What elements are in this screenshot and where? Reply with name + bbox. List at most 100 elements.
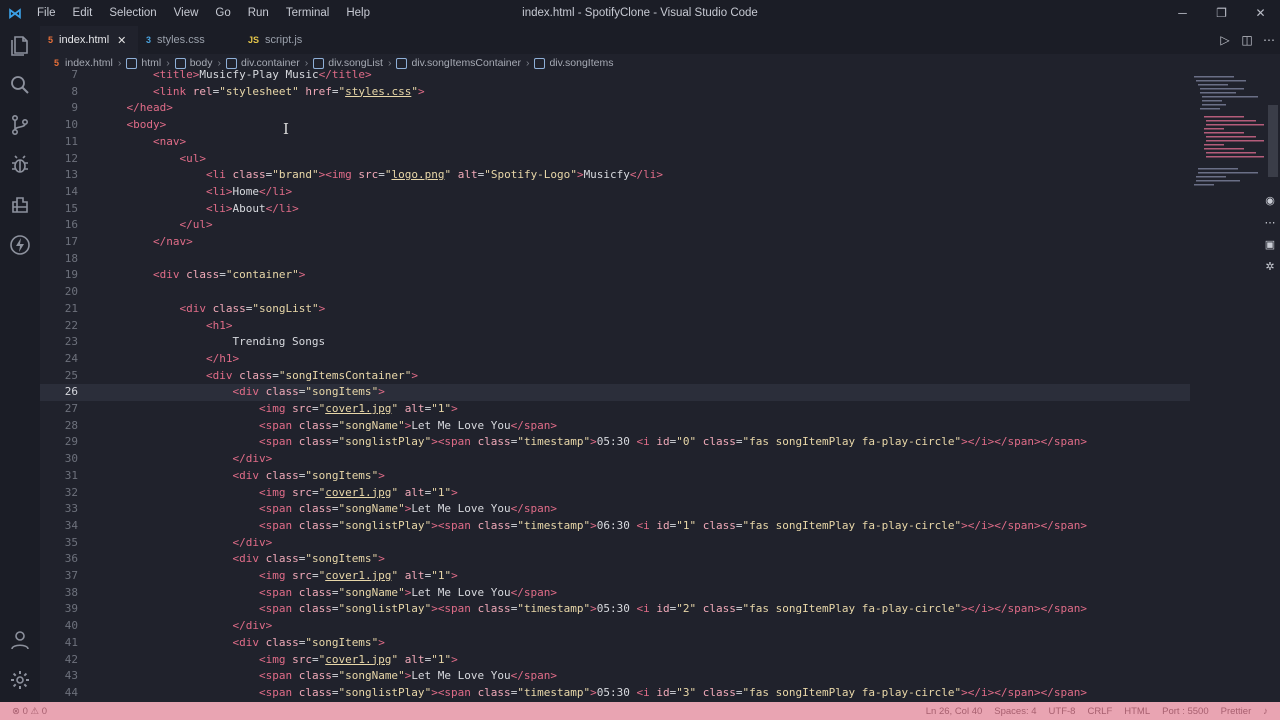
- cursor-position[interactable]: Ln 26, Col 40: [926, 706, 983, 717]
- code-line[interactable]: 21 <div class="songList">: [40, 301, 1190, 318]
- lightning-icon[interactable]: [8, 233, 32, 257]
- line-number: 41: [64, 635, 78, 649]
- line-text: </div>: [232, 619, 273, 633]
- code-line[interactable]: 38 <span class="songName">Let Me Love Yo…: [40, 585, 1190, 602]
- close-tab-icon[interactable]: ✕: [117, 34, 126, 47]
- line-number: 12: [64, 151, 78, 165]
- settings-gear-icon[interactable]: [8, 668, 32, 692]
- line-text: <img src="cover1.jpg" alt="1">: [258, 652, 458, 666]
- code-line[interactable]: 37 <img src="cover1.jpg" alt="1">: [40, 568, 1190, 585]
- gear-icon[interactable]: ✲: [1260, 256, 1280, 278]
- menu-file[interactable]: File: [37, 7, 56, 19]
- code-line[interactable]: 36 <div class="songItems">: [40, 551, 1190, 568]
- menu-selection[interactable]: Selection: [109, 7, 156, 19]
- image-icon[interactable]: ▣: [1260, 234, 1280, 256]
- code-line[interactable]: 14 <li>Home</li>: [40, 184, 1190, 201]
- code-line[interactable]: 33 <span class="songName">Let Me Love Yo…: [40, 501, 1190, 518]
- live-server-port[interactable]: Port : 5500: [1162, 706, 1208, 717]
- code-line[interactable]: 44 <span class="songlistPlay"><span clas…: [40, 685, 1190, 702]
- menu-edit[interactable]: Edit: [73, 7, 93, 19]
- minimize-icon[interactable]: ─: [1163, 0, 1202, 26]
- line-number: 20: [64, 285, 78, 299]
- code-line[interactable]: 31 <div class="songItems">: [40, 468, 1190, 485]
- code-line[interactable]: 23 Trending Songs: [40, 334, 1190, 351]
- line-text: <li class="brand"><img src="logo.png" al…: [205, 168, 664, 182]
- code-line[interactable]: 34 <span class="songlistPlay"><span clas…: [40, 518, 1190, 535]
- line-text: <div class="songItems">: [232, 385, 385, 399]
- extensions-icon[interactable]: [8, 193, 32, 217]
- code-line[interactable]: 19 <div class="container">: [40, 267, 1190, 284]
- line-text: <body>: [126, 118, 167, 132]
- code-line[interactable]: 24 </h1>: [40, 351, 1190, 368]
- problems-indicator[interactable]: ⊗ 0 ⚠ 0: [12, 706, 47, 717]
- code-line[interactable]: 12 <ul>: [40, 151, 1190, 168]
- bell-icon[interactable]: ♪: [1263, 706, 1268, 717]
- code-line[interactable]: 22 <h1>: [40, 318, 1190, 335]
- menu-view[interactable]: View: [174, 7, 199, 19]
- title-bar: ⋈ File Edit Selection View Go Run Termin…: [0, 0, 1280, 26]
- code-line[interactable]: 8 <link rel="stylesheet" href="styles.cs…: [40, 84, 1190, 101]
- language-mode[interactable]: HTML: [1124, 706, 1150, 717]
- activity-bar: [0, 26, 40, 702]
- code-line[interactable]: 17 </nav>: [40, 234, 1190, 251]
- end-of-line[interactable]: CRLF: [1087, 706, 1112, 717]
- code-line[interactable]: 7 <title>Musicfy-Play Music</title>: [40, 67, 1190, 84]
- search-icon[interactable]: [8, 73, 32, 97]
- code-line[interactable]: 42 <img src="cover1.jpg" alt="1">: [40, 652, 1190, 669]
- tab-index-html[interactable]: 5 index.html ✕: [40, 26, 138, 54]
- encoding[interactable]: UTF-8: [1049, 706, 1076, 717]
- menu-help[interactable]: Help: [346, 7, 370, 19]
- account-icon[interactable]: [8, 628, 32, 652]
- code-line[interactable]: 39 <span class="songlistPlay"><span clas…: [40, 601, 1190, 618]
- more-icon[interactable]: ⋯: [1260, 212, 1280, 234]
- code-line[interactable]: 28 <span class="songName">Let Me Love Yo…: [40, 418, 1190, 435]
- code-line[interactable]: 15 <li>About</li>: [40, 201, 1190, 218]
- camera-icon[interactable]: ◉: [1260, 190, 1280, 212]
- tab-styles-css[interactable]: 3 styles.css: [138, 26, 240, 54]
- code-editor[interactable]: 7 <title>Musicfy-Play Music</title> 8 <li…: [40, 67, 1190, 702]
- code-line[interactable]: 26 <div class="songItems">: [40, 384, 1190, 401]
- window-controls: ─ ❐ ✕: [1163, 0, 1280, 26]
- code-line[interactable]: 25 <div class="songItemsContainer">: [40, 368, 1190, 385]
- split-editor-icon[interactable]: ◫: [1236, 33, 1258, 47]
- menu-run[interactable]: Run: [248, 7, 269, 19]
- line-number: 14: [64, 184, 78, 198]
- code-line[interactable]: 16 </ul>: [40, 217, 1190, 234]
- code-line[interactable]: 35 </div>: [40, 535, 1190, 552]
- code-line[interactable]: 20: [40, 284, 1190, 301]
- tab-script-js[interactable]: JS script.js: [240, 26, 340, 54]
- restore-icon[interactable]: ❐: [1202, 0, 1241, 26]
- more-actions-icon[interactable]: ⋯: [1258, 33, 1280, 47]
- menu-terminal[interactable]: Terminal: [286, 7, 329, 19]
- minimap[interactable]: [1190, 72, 1270, 202]
- code-line[interactable]: 29 <span class="songlistPlay"><span clas…: [40, 434, 1190, 451]
- vertical-scrollbar[interactable]: [1268, 105, 1278, 177]
- code-line[interactable]: 11 <nav>: [40, 134, 1190, 151]
- code-line[interactable]: 41 <div class="songItems">: [40, 635, 1190, 652]
- line-number: 21: [64, 301, 78, 315]
- code-line[interactable]: 27 <img src="cover1.jpg" alt="1">: [40, 401, 1190, 418]
- line-number: 7: [71, 68, 78, 81]
- code-line[interactable]: 9 </head>: [40, 100, 1190, 117]
- code-line[interactable]: 13 <li class="brand"><img src="logo.png"…: [40, 167, 1190, 184]
- code-line[interactable]: 10 <body>: [40, 117, 1190, 134]
- run-icon[interactable]: ▷: [1214, 33, 1236, 47]
- run-debug-icon[interactable]: [8, 153, 32, 177]
- menu-go[interactable]: Go: [215, 7, 230, 19]
- source-control-icon[interactable]: [8, 113, 32, 137]
- prettier-status[interactable]: Prettier: [1221, 706, 1252, 717]
- code-line[interactable]: 30 </div>: [40, 451, 1190, 468]
- code-line[interactable]: 18: [40, 251, 1190, 268]
- explorer-icon[interactable]: [8, 34, 32, 58]
- text-cursor-icon: I: [283, 120, 289, 138]
- indentation[interactable]: Spaces: 4: [994, 706, 1036, 717]
- code-line[interactable]: 43 <span class="songName">Let Me Love Yo…: [40, 668, 1190, 685]
- code-line[interactable]: 32 <img src="cover1.jpg" alt="1">: [40, 485, 1190, 502]
- close-window-icon[interactable]: ✕: [1241, 0, 1280, 26]
- code-line[interactable]: 40 </div>: [40, 618, 1190, 635]
- line-number: 15: [64, 201, 78, 215]
- line-text: </head>: [126, 101, 173, 115]
- line-text: <span class="songName">Let Me Love You</…: [258, 585, 558, 599]
- html-file-icon: 5: [48, 35, 54, 45]
- line-number: 10: [64, 118, 78, 132]
